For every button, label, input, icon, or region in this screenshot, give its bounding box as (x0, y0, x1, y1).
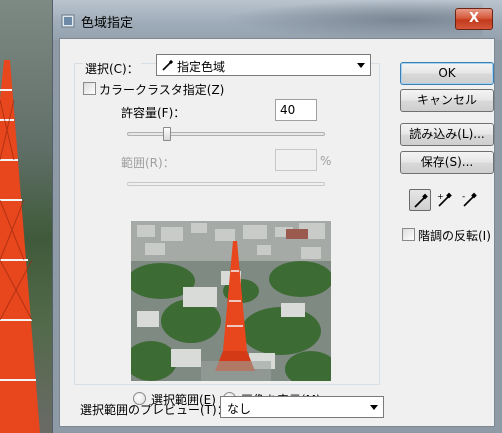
cancel-button[interactable]: キャンセル (400, 89, 494, 112)
tolerance-input[interactable]: 40 (275, 99, 317, 121)
preview-mode-dropdown[interactable]: なし (220, 396, 384, 418)
selection-label: 選択(C)： (83, 60, 141, 77)
eyedropper-plus-icon[interactable]: + (434, 189, 456, 211)
preview-image (131, 221, 331, 381)
tolerance-slider-thumb[interactable] (163, 127, 171, 141)
chevron-down-icon (370, 405, 378, 410)
color-range-dialog: 色域指定 X 選択(C)： 指定色域 カラークラスタ指定(Z) 許容量(F)： … (52, 0, 502, 433)
cluster-checkbox[interactable] (83, 82, 96, 95)
dialog-title: 色域指定 (81, 16, 134, 31)
tolerance-label: 許容量(F)： (121, 106, 186, 120)
range-label: 範囲(R)： (121, 156, 175, 170)
svg-text:-: - (462, 192, 465, 202)
dialog-client-area: 選択(C)： 指定色域 カラークラスタ指定(Z) 許容量(F)： 40 範囲(R… (59, 38, 495, 427)
selection-value: 指定色域 (177, 60, 226, 74)
cluster-label: カラークラスタ指定(Z) (99, 83, 225, 97)
background-photo (0, 0, 60, 433)
range-unit: % (320, 154, 332, 168)
tokyo-tower-image (0, 60, 40, 433)
selection-dropdown[interactable]: 指定色域 (156, 54, 371, 76)
tolerance-slider-track[interactable] (127, 132, 325, 136)
save-button[interactable]: 保存(S)... (400, 151, 494, 174)
svg-text:+: + (437, 192, 444, 201)
close-button[interactable]: X (455, 8, 493, 30)
preview-mode-value: なし (227, 402, 252, 416)
eyedropper-minus-icon[interactable]: - (459, 189, 481, 211)
preview-mode-label: 選択範囲のプレビュー(T)： (80, 403, 229, 417)
invert-label: 階調の反転(I) (418, 229, 491, 243)
title-bar[interactable]: 色域指定 X (53, 0, 502, 40)
eyedropper-icon[interactable] (409, 189, 431, 211)
options-group: 選択(C)： 指定色域 カラークラスタ指定(Z) 許容量(F)： 40 範囲(R… (74, 54, 380, 407)
load-button[interactable]: 読み込み(L)... (400, 123, 494, 146)
chevron-down-icon (357, 63, 365, 68)
app-icon (61, 14, 75, 28)
eyedropper-icon (162, 59, 174, 71)
range-input[interactable] (275, 149, 317, 171)
invert-checkbox[interactable] (402, 228, 415, 241)
range-slider-track[interactable] (127, 182, 325, 186)
ok-button[interactable]: OK (400, 62, 494, 85)
